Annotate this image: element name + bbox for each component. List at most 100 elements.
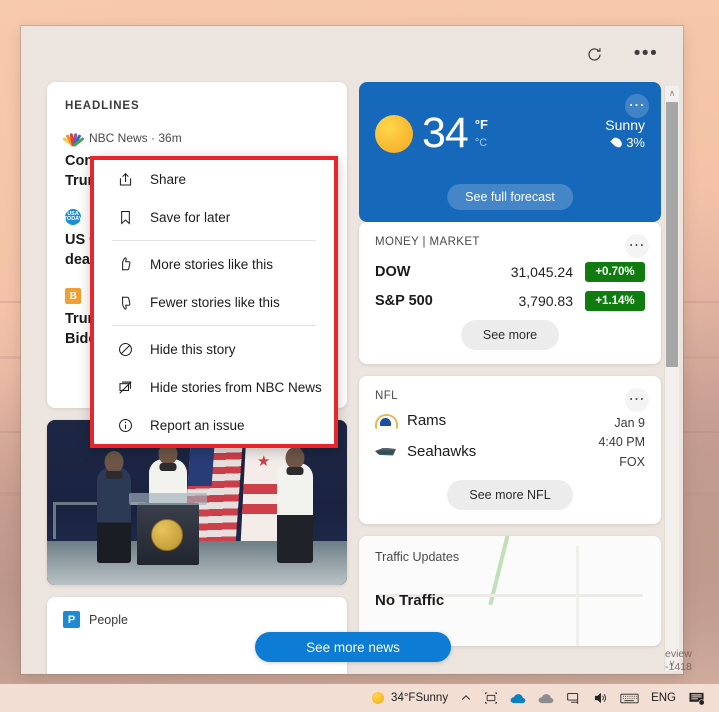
right-column: ⋯ 34 °F °C Sunny 3% See full forecast ⋯ … [359,82,661,674]
photo-person [277,447,313,563]
weather-main-row: 34 °F °C Sunny 3% [375,112,645,155]
context-menu-item-label: Save for later [150,209,231,225]
traffic-card-title: Traffic Updates [375,550,460,564]
context-menu-separator [112,325,316,326]
see-full-forecast-button[interactable]: See full forecast [447,184,573,210]
photo-person [97,451,131,563]
watermark-line-1: eview [665,647,692,660]
bookmark-icon [116,208,134,226]
list-item[interactable]: Seahawks [375,443,590,460]
screen-snip-icon[interactable] [478,684,504,712]
context-menu-item-share[interactable]: Share [94,160,334,198]
panel-more-options-label: ••• [633,43,659,64]
taskbar: 34°F Sunny ENG [0,684,719,712]
money-more-options-button[interactable]: ⋯ [625,234,649,258]
weather-units: °F °C [475,117,488,151]
index-change-badge: +0.70% [585,262,645,282]
table-row[interactable]: DOW 31,045.24 +0.70% [375,262,645,282]
context-menu-item-label: Hide this story [150,341,236,357]
show-hidden-icons-chevron[interactable] [454,684,478,712]
context-menu-item-report-issue[interactable]: Report an issue [94,406,334,444]
people-card-title: People [89,612,128,627]
context-menu-item-save-for-later[interactable]: Save for later [94,198,334,236]
index-change-badge: +1.14% [585,291,645,311]
language-indicator[interactable]: ENG [645,684,682,712]
nfl-card: ⋯ NFL Rams Seahawks Jan 9 4:40 PM FOX Se… [359,376,661,524]
context-menu-separator [112,240,316,241]
windows-watermark: eview -1418 [665,648,717,674]
context-menu-item-more-stories[interactable]: More stories like this [94,245,334,283]
index-value: 31,045.24 [510,264,573,280]
context-menu-item-hide-source[interactable]: Hide stories from NBC News [94,368,334,406]
index-name: DOW [375,264,411,280]
nfl-more-options-button[interactable]: ⋯ [625,388,649,412]
water-drop-icon [610,135,624,150]
headline-line: Con [65,153,94,169]
story-context-menu: Share Save for later More stories like t… [90,156,338,448]
refresh-icon[interactable] [579,39,609,69]
people-header-row: P People [63,611,331,628]
context-menu-item-fewer-stories[interactable]: Fewer stories like this [94,283,334,321]
photo-podium [129,493,207,565]
block-icon [116,340,134,358]
hide-stack-icon [116,378,134,396]
money-market-card: ⋯ MONEY | MARKET DOW 31,045.24 +0.70% S&… [359,222,661,364]
weather-card: ⋯ 34 °F °C Sunny 3% See full forecast [359,82,661,222]
see-more-news-button[interactable]: See more news [255,632,451,662]
story-source-label: NBC News · 36m [89,131,182,145]
see-more-money-button[interactable]: See more [460,320,560,350]
team-name: Rams [407,412,447,429]
taskbar-temperature: 34°F [391,692,416,704]
keyboard-icon[interactable] [614,684,645,712]
watermark-line-2: -1418 [665,660,692,673]
context-menu-item-label: More stories like this [150,256,274,272]
action-center-icon[interactable] [682,684,711,712]
money-card-title: MONEY | MARKET [375,236,480,248]
thumbs-up-icon [116,255,134,273]
usa-today-icon: USA TODAY [64,209,82,226]
sun-icon [375,114,413,153]
traffic-status: No Traffic [375,592,445,609]
context-menu-item-label: Hide stories from NBC News [150,379,322,395]
index-value: 3,790.83 [518,293,574,309]
scrollbar-thumb[interactable] [666,102,678,367]
nfl-body: Rams Seahawks Jan 9 4:40 PM FOX [375,412,645,474]
see-more-nfl-button[interactable]: See more NFL [447,480,573,510]
rams-logo-icon [375,413,398,429]
business-insider-icon: B [65,288,81,305]
network-icon[interactable] [560,684,587,712]
volume-icon[interactable] [587,684,614,712]
context-menu-item-label: Fewer stories like this [150,294,280,310]
cloud-icon[interactable] [532,684,560,712]
weather-more-options-button[interactable]: ⋯ [625,94,649,118]
table-row[interactable]: S&P 500 3,790.83 +1.14% [375,291,645,311]
onedrive-icon[interactable] [504,684,532,712]
story-source-row: NBC News · 36m [62,130,329,148]
people-icon: P [63,611,80,628]
nfl-card-title: NFL [375,390,398,402]
panel-scrollbar[interactable]: ∧ ∨ [664,86,679,671]
headlines-section-label: HEADLINES [65,100,140,112]
taskbar-weather-widget[interactable]: 34°F Sunny [366,684,454,712]
weather-condition-block: Sunny 3% [605,117,645,150]
context-menu-item-label: Share [150,171,187,187]
weather-unit-celsius[interactable]: °C [475,137,487,149]
nfl-teams: Rams Seahawks [375,412,590,474]
nbc-peacock-icon [62,130,85,148]
traffic-updates-card: Traffic Updates No Traffic [359,536,661,646]
weather-precipitation: 3% [626,135,645,150]
context-menu-item-hide-story[interactable]: Hide this story [94,330,334,368]
weather-precipitation-row: 3% [605,135,645,150]
nfl-game-date: Jan 9 [614,415,645,430]
index-name: S&P 500 [375,293,433,309]
panel-more-options-button[interactable]: ••• [631,39,661,69]
nfl-game-meta: Jan 9 4:40 PM FOX [590,414,645,472]
taskbar-condition: Sunny [415,692,449,704]
weather-unit-fahrenheit[interactable]: °F [475,117,488,132]
scroll-up-button[interactable]: ∧ [665,86,679,101]
list-item[interactable]: Rams [375,412,590,429]
nfl-game-time: 4:40 PM [598,435,645,450]
weather-condition: Sunny [605,117,645,133]
context-menu-item-label: Report an issue [150,417,245,433]
weather-temperature: 34 [422,109,469,157]
